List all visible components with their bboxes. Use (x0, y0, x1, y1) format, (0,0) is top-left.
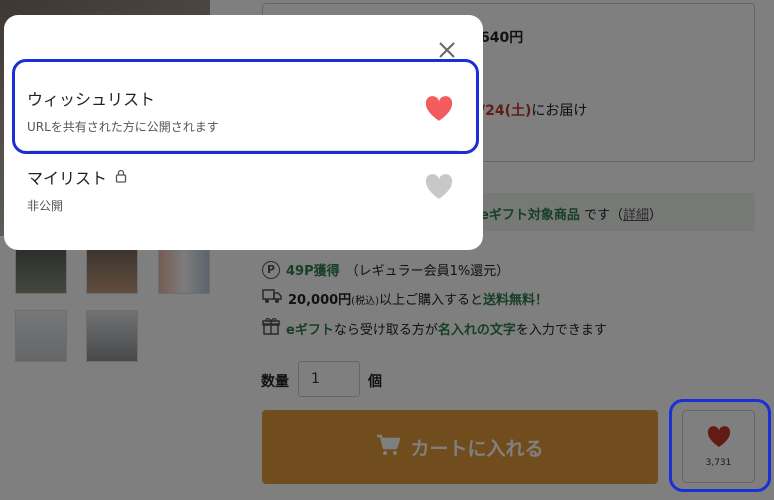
lock-icon (115, 168, 127, 187)
mylist-subtitle: 非公開 (27, 199, 64, 213)
list-item-mylist[interactable]: マイリスト 非公開 (27, 165, 457, 215)
list-divider (30, 150, 458, 151)
wishlist-highlight-outline (12, 59, 479, 154)
heart-icon[interactable] (424, 174, 454, 204)
mylist-title-row: マイリスト (27, 165, 457, 189)
favorite-highlight-outline (669, 399, 771, 492)
mylist-title: マイリスト (27, 169, 108, 188)
